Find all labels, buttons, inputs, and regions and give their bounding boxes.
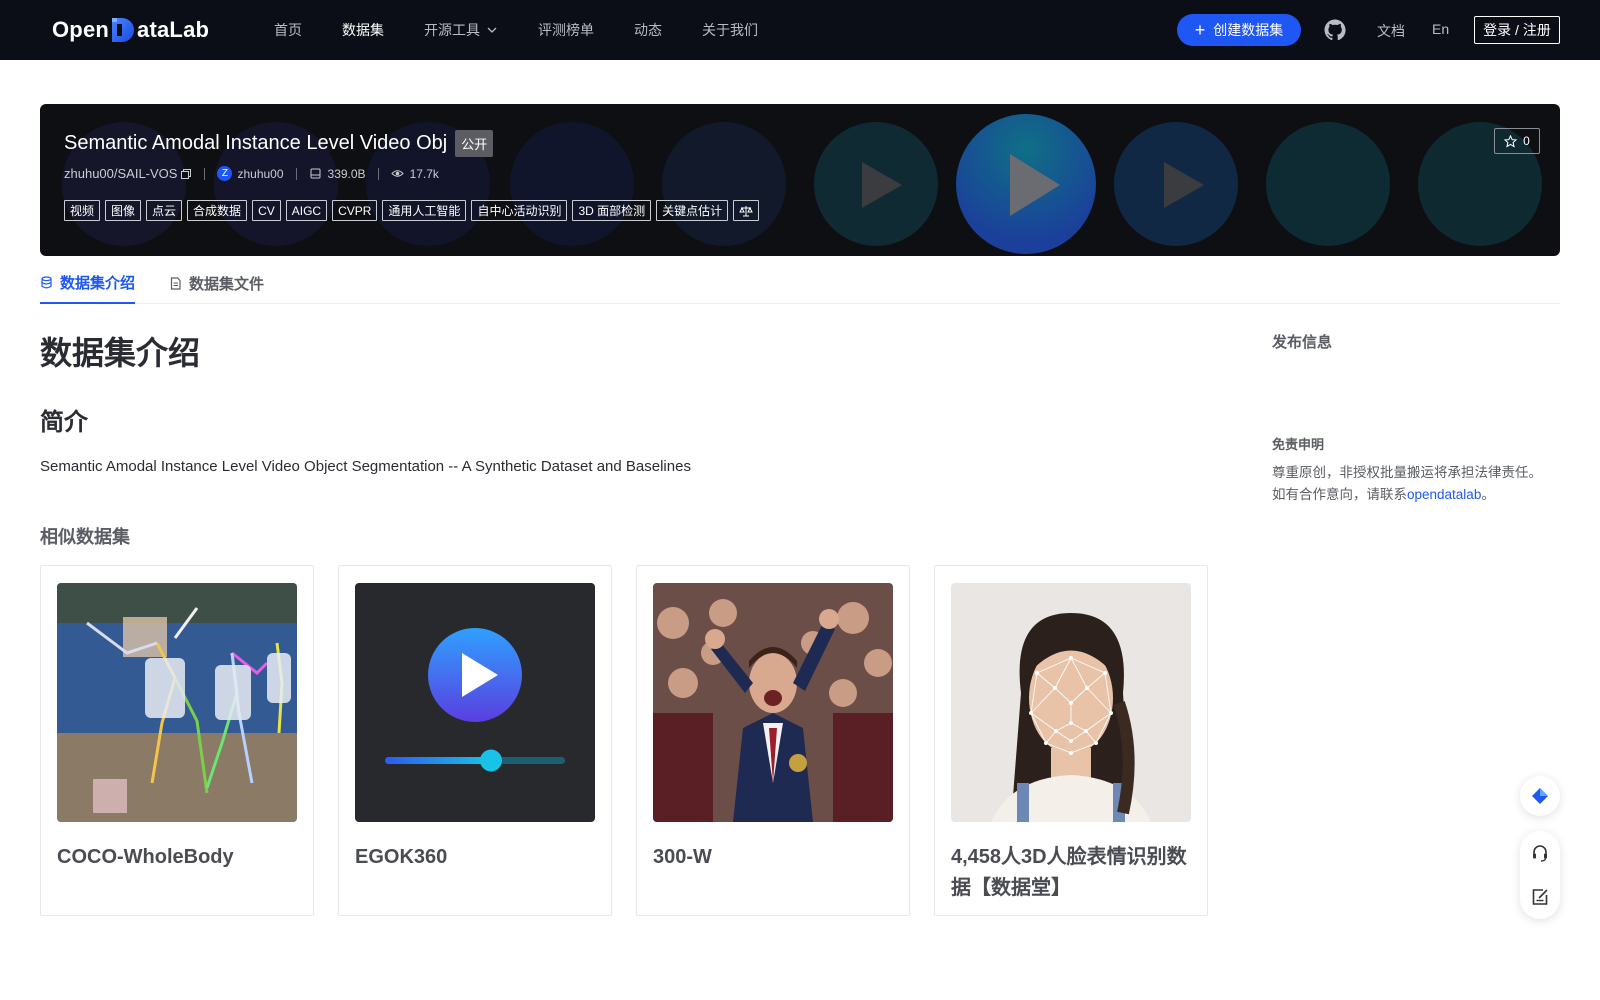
database-icon [41,275,52,288]
tag[interactable]: 点云 [146,200,183,221]
nav-links: 首页 数据集 开源工具 评测榜单 动态 关于我们 [274,0,798,60]
create-dataset-button[interactable]: + 创建数据集 [1177,14,1301,46]
logo-d-mark [110,16,136,44]
dataset-owner[interactable]: zhuhu00 [237,167,283,181]
card-title: COCO-WholeBody [57,846,234,868]
card-title: EGOK360 [355,846,448,868]
tab-dataset-intro[interactable]: 数据集介绍 [40,262,136,304]
github-icon[interactable] [1323,18,1347,42]
nav-link-datasets[interactable]: 数据集 [342,20,384,40]
star-icon [1504,134,1518,148]
dataset-banner: Semantic Amodal Instance Level Video Obj… [40,104,1560,256]
chevron-down-icon [487,27,497,33]
nav-link-leaderboard[interactable]: 评测榜单 [538,20,594,40]
floating-actions [1520,831,1560,919]
tab-dataset-intro-label: 数据集介绍 [60,274,136,292]
visibility-badge: 公开 [455,130,494,157]
file-icon [170,276,181,290]
dataset-title-row: Semantic Amodal Instance Level Video Obj… [64,130,494,157]
login-register-button[interactable]: 登录 / 注册 [1474,16,1560,44]
publish-info-title: 发布信息 [1272,334,1333,351]
similar-dataset-card[interactable]: 300-W [636,565,910,916]
disclaimer-title: 免责申明 [1272,437,1325,452]
similar-datasets-title: 相似数据集 [40,527,130,547]
copy-icon[interactable] [180,168,192,180]
create-dataset-label: 创建数据集 [1213,22,1284,38]
card-title: 4,458人3D人脸表情识别数据【数据堂】 [951,846,1187,899]
card-thumbnail-face-landmarks [951,583,1191,822]
card-title: 300-W [653,846,712,868]
nav-link-about[interactable]: 关于我们 [702,20,758,40]
disclaimer-line-2: 如有合作意向，请联系opendatalab。 [1272,484,1562,506]
eye-icon [390,170,404,177]
disclaimer-line-1: 尊重原创，非授权批量搬运将承担法律责任。 [1272,465,1542,480]
logo-text-rest: ataLab [137,17,210,42]
tag[interactable]: 通用人工智能 [382,200,467,221]
opendatalab-logo[interactable]: Open ataLab [52,14,209,46]
tag[interactable]: 3D 面部检测 [572,200,652,221]
card-thumbnail-video-player [355,583,595,822]
card-thumbnail-crowd-photo [653,583,893,822]
nav-docs-link[interactable]: 文档 [1377,21,1405,41]
customer-service-button[interactable] [1520,833,1560,873]
feedback-button[interactable] [1520,877,1560,917]
assistant-diamond-icon [1532,788,1548,804]
logo-text-open: Open [52,17,110,42]
dataset-repo-name: zhuhu00/SAIL-VOS [64,166,178,181]
disclaimer-line-2-prefix: 如有合作意向，请联系 [1272,487,1407,502]
tab-dataset-files-label: 数据集文件 [189,275,265,293]
meta-separator [295,167,297,180]
meta-separator [377,167,379,180]
avatar[interactable]: Z [217,166,233,181]
page-title: 数据集介绍 [40,335,201,371]
assistant-button[interactable] [1520,776,1560,816]
tab-dataset-files[interactable]: 数据集文件 [169,262,264,304]
dataset-tabs: 数据集介绍 数据集文件 [40,262,1560,304]
nav-link-home[interactable]: 首页 [274,20,302,40]
disclaimer-text: 尊重原创，非授权批量搬运将承担法律责任。 如有合作意向，请联系opendatal… [1272,462,1562,506]
tag[interactable]: AIGC [285,200,328,221]
similar-dataset-card[interactable]: COCO-WholeBody [40,565,314,916]
scale-icon [739,205,753,216]
dataset-title: Semantic Amodal Instance Level Video Obj [64,132,448,154]
license-tag[interactable] [733,200,760,221]
nav-link-open-tools-label: 开源工具 [424,22,480,38]
nav-link-open-tools[interactable]: 开源工具 [424,20,498,40]
tag[interactable]: 合成数据 [187,200,248,221]
star-button[interactable]: 0 [1494,128,1540,154]
dataset-meta-row: zhuhu00/SAIL-VOS Z zhuhu00 339.0B 17.7k [64,166,439,181]
nav-link-news[interactable]: 动态 [634,20,662,40]
tag[interactable]: 图像 [105,200,142,221]
similar-dataset-card[interactable]: EGOK360 [338,565,612,916]
similar-dataset-card[interactable]: 4,458人3D人脸表情识别数据【数据堂】 [934,565,1208,916]
plus-icon: + [1194,20,1206,40]
view-count: 17.7k [409,166,439,181]
dataset-description: Semantic Amodal Instance Level Video Obj… [40,458,691,475]
edit-note-icon [1532,889,1548,905]
star-count: 0 [1523,134,1530,148]
disclaimer-line-2-suffix: 。 [1481,487,1495,502]
meta-separator [204,167,206,180]
language-switch[interactable]: En [1432,21,1449,37]
section-title-intro: 简介 [40,409,88,436]
tag[interactable]: 视频 [64,200,101,221]
tag-list: 视频 图像 点云 合成数据 CV AIGC CVPR 通用人工智能 自中心活动识… [64,200,764,221]
tag[interactable]: CVPR [332,200,378,221]
card-thumbnail-baseball-pose [57,583,297,822]
dataset-size: 339.0B [327,166,366,181]
floating-assistant [1520,776,1560,816]
opendatalab-contact-link[interactable]: opendatalab [1407,487,1481,502]
tag[interactable]: 关键点估计 [656,200,729,221]
storage-icon [310,168,321,179]
tag[interactable]: CV [252,200,281,221]
headset-icon [1533,845,1547,862]
top-navbar: Open ataLab 首页 数据集 开源工具 评测榜单 动态 关于我们 + 创… [0,0,1600,60]
tag[interactable]: 自中心活动识别 [471,200,568,221]
